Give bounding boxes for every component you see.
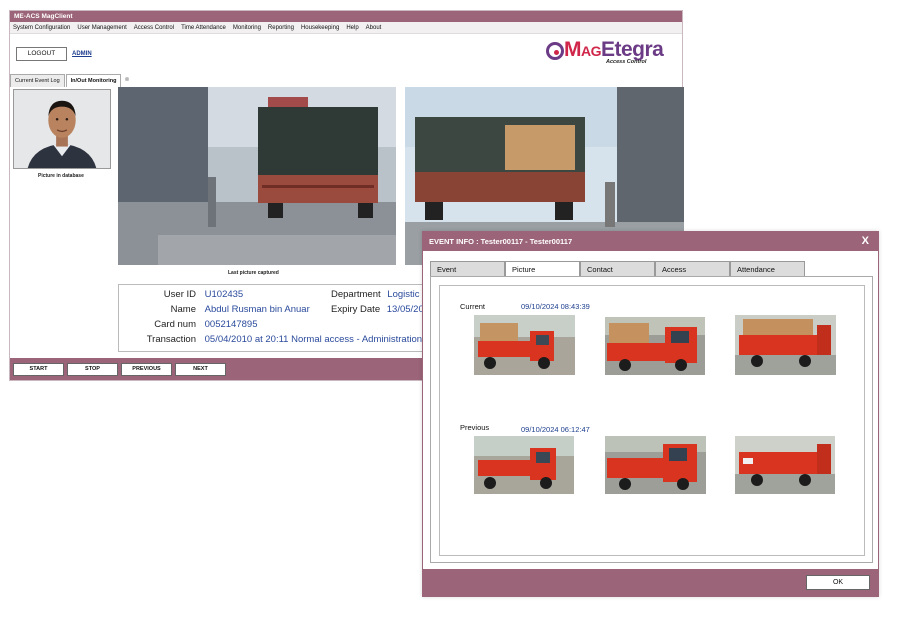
tab-inout-monitoring[interactable]: In/Out Monitoring bbox=[65, 74, 122, 87]
stop-button[interactable]: STOP bbox=[67, 363, 118, 376]
user-id-label: User ID bbox=[163, 289, 196, 300]
logo-subtitle: Access Control bbox=[606, 59, 647, 65]
current-timestamp: 09/10/2024 08:43:39 bbox=[521, 302, 590, 311]
menu-time-attendance[interactable]: Time Attendance bbox=[181, 22, 226, 33]
menu-help[interactable]: Help bbox=[346, 22, 358, 33]
dialog-tabs: Event Picture Contact Access Attendance bbox=[430, 261, 805, 277]
menu-system-configuration[interactable]: System Configuration bbox=[13, 22, 70, 33]
menu-about[interactable]: About bbox=[366, 22, 382, 33]
dialog-footer: OK bbox=[423, 569, 878, 596]
dialog-title: EVENT INFO : Tester00117 - Tester00117 bbox=[429, 237, 573, 246]
next-button[interactable]: NEXT bbox=[175, 363, 226, 376]
menu-user-management[interactable]: User Management bbox=[77, 22, 126, 33]
transaction-label: Transaction bbox=[146, 334, 196, 345]
tab-attendance[interactable]: Attendance bbox=[730, 261, 805, 277]
tab-access[interactable]: Access bbox=[655, 261, 730, 277]
previous-photo-3[interactable] bbox=[735, 436, 835, 494]
previous-timestamp: 09/10/2024 06:12:47 bbox=[521, 425, 590, 434]
top-strip: LOGOUT ADMIN MAGEtegra Access Control bbox=[10, 34, 682, 74]
monitor-tabs: Current Event Log In/Out Monitoring ⊗ bbox=[10, 74, 131, 87]
start-button[interactable]: START bbox=[13, 363, 64, 376]
tab-close-icon[interactable]: ⊗ bbox=[122, 74, 131, 87]
name-value: Abdul Rusman bin Anuar bbox=[204, 304, 310, 315]
transaction-value: 05/04/2010 at 20:11 Normal access - Admi… bbox=[204, 334, 423, 345]
current-photo-2[interactable] bbox=[605, 317, 705, 375]
previous-photo-1[interactable] bbox=[474, 436, 574, 494]
main-title: ME-ACS MagClient bbox=[10, 11, 682, 22]
menu-monitoring[interactable]: Monitoring bbox=[233, 22, 261, 33]
current-photo-1[interactable] bbox=[474, 315, 575, 375]
ok-button[interactable]: OK bbox=[806, 575, 870, 590]
user-id-value: U102435 bbox=[204, 289, 244, 300]
tab-picture[interactable]: Picture bbox=[505, 261, 580, 277]
dialog-title-bar: EVENT INFO : Tester00117 - Tester00117 X bbox=[423, 232, 878, 251]
menu-access-control[interactable]: Access Control bbox=[134, 22, 174, 33]
tab-contact[interactable]: Contact bbox=[580, 261, 655, 277]
department-value: Logistic bbox=[387, 289, 420, 300]
close-icon[interactable]: X bbox=[862, 232, 869, 251]
logo-mark-icon bbox=[546, 42, 564, 60]
camera-photo-1 bbox=[118, 87, 396, 265]
tab-event[interactable]: Event bbox=[430, 261, 505, 277]
portrait-caption: Picture in database bbox=[38, 173, 84, 179]
tab-current-event-log[interactable]: Current Event Log bbox=[10, 74, 65, 87]
event-info-dialog: EVENT INFO : Tester00117 - Tester00117 X… bbox=[422, 231, 879, 597]
current-photo-3[interactable] bbox=[735, 315, 836, 375]
name-label: Name bbox=[170, 304, 196, 315]
previous-photo-2[interactable] bbox=[605, 436, 706, 494]
admin-link[interactable]: ADMIN bbox=[72, 51, 92, 57]
menu-reporting[interactable]: Reporting bbox=[268, 22, 294, 33]
department-label: Department bbox=[331, 289, 381, 300]
brand-logo: MAGEtegra Access Control bbox=[546, 38, 681, 68]
menu-bar: System Configuration User Management Acc… bbox=[10, 22, 682, 34]
card-num-label: Card num bbox=[154, 319, 196, 330]
expiry-label: Expiry Date bbox=[331, 304, 381, 315]
last-capture-caption: Last picture captured bbox=[228, 270, 279, 276]
menu-housekeeping[interactable]: Housekeeping bbox=[301, 22, 339, 33]
previous-button[interactable]: PREVIOUS bbox=[121, 363, 172, 376]
database-portrait bbox=[13, 89, 111, 169]
current-label: Current bbox=[460, 302, 486, 311]
card-num-value: 0052147895 bbox=[204, 319, 258, 330]
previous-label: Previous bbox=[460, 423, 490, 432]
logout-button[interactable]: LOGOUT bbox=[16, 47, 67, 61]
expiry-value: 13/05/20 bbox=[386, 304, 424, 315]
